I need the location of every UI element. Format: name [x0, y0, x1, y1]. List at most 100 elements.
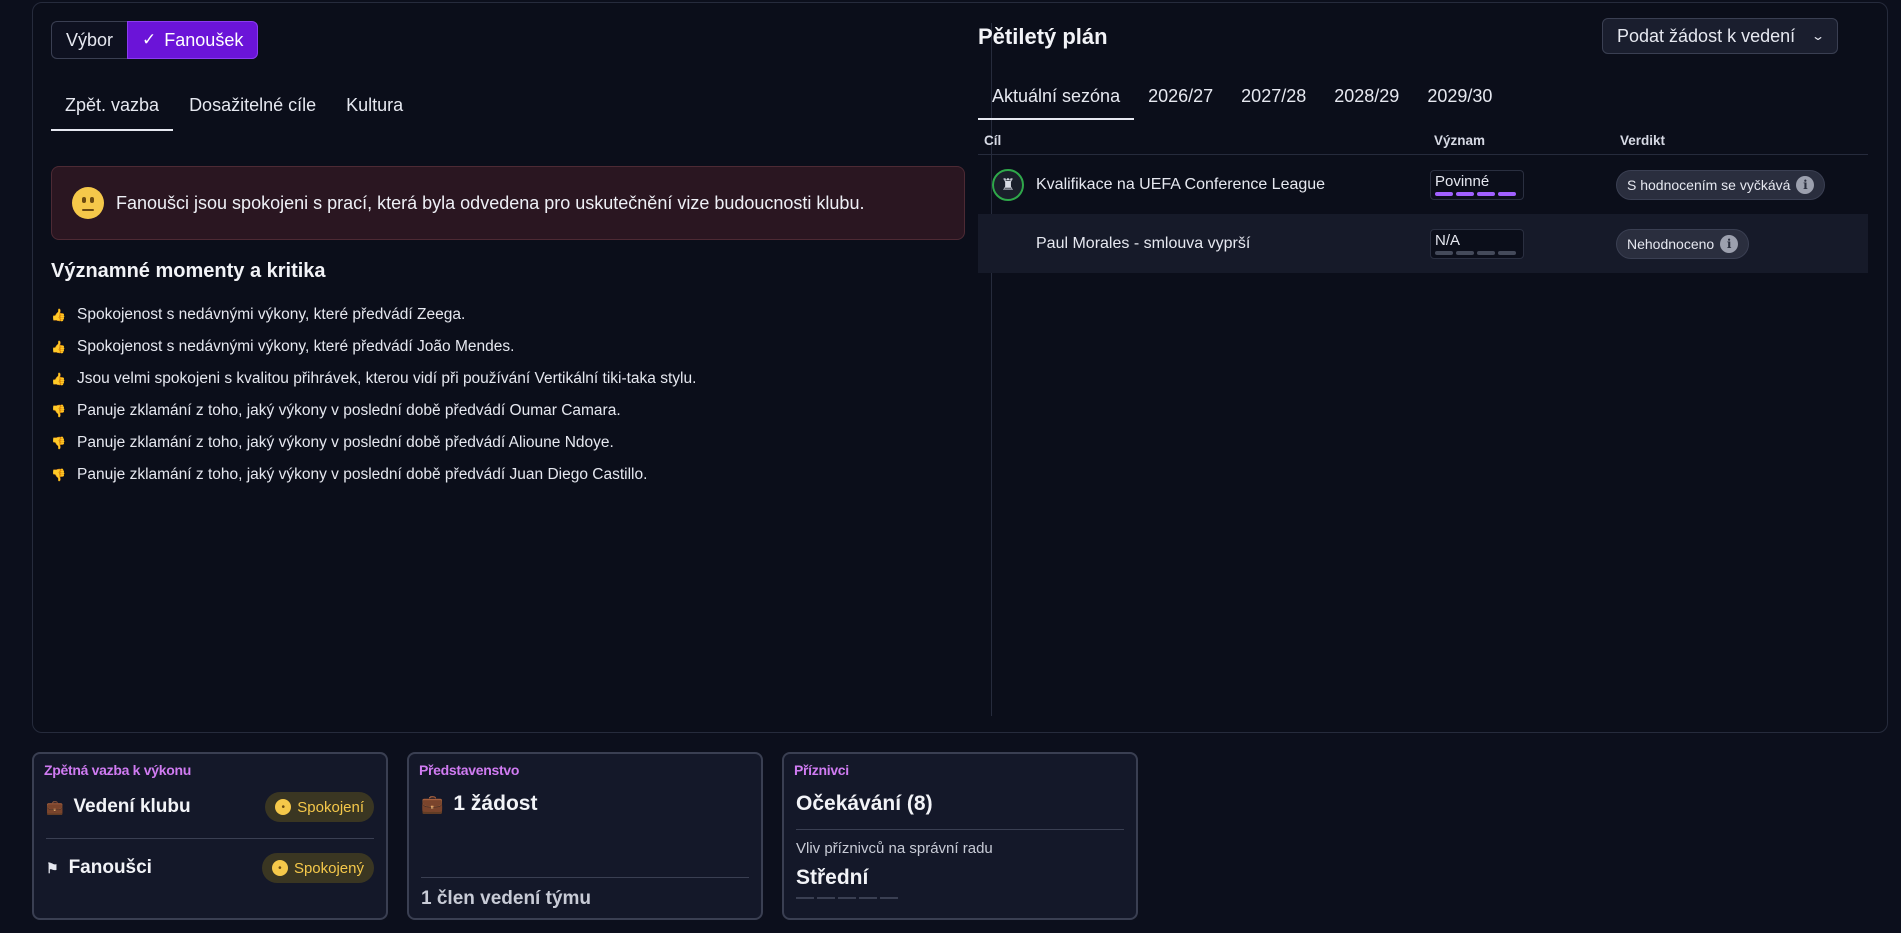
list-item: 👎 Panuje zklamání z toho, jaký výkony v p…	[51, 395, 696, 427]
staff-count: 1 člen vedení týmu	[421, 888, 592, 909]
influence-meter	[796, 897, 1124, 899]
verdict-badge[interactable]: S hodnocením se vyčkává i	[1616, 169, 1826, 200]
neutral-face-icon: •	[271, 860, 288, 876]
table-row[interactable]: ♜ Kvalifikace na UEFA Conference League …	[978, 155, 1868, 214]
significance-text: N/A	[1435, 231, 1461, 249]
briefcase-icon: 💼	[46, 798, 64, 815]
request-board-label: Podat žádost k vedení	[1617, 25, 1796, 46]
fans-icon: ⚑	[46, 859, 59, 876]
moments-list: 👍 Spokojenost s nedávnými výkony, které p…	[51, 299, 696, 491]
season-tabs: Aktuální sezóna 2026/27 2027/28 2028/29 …	[978, 86, 1506, 120]
list-item: 👎 Panuje zklamání z toho, jaký výkony v p…	[51, 459, 696, 491]
list-item: 👍 Jsou velmi spokojeni s kvalitou přihráv…	[51, 363, 696, 395]
goals-table: Cíl Význam Verdikt ♜ Kvalifikace na UEFA…	[978, 127, 1868, 273]
check-icon: ✓	[142, 30, 157, 49]
verdict-text: S hodnocením se vyčkává	[1627, 176, 1791, 193]
supporters-card[interactable]: Příznivci Očekávání (8) Vliv příznivců n…	[782, 752, 1138, 920]
significance-bars	[1435, 250, 1516, 255]
board-card[interactable]: Představenstvo 💼 1 žádost 1 člen vedení t…	[407, 752, 763, 920]
list-item: 👎 Panuje zklamání z toho, jaký výkony v p…	[51, 427, 696, 459]
status-badge: • Spokojení	[265, 792, 374, 822]
column-significance: Význam	[1434, 133, 1486, 148]
status-text: Spokojení	[297, 798, 364, 816]
significance-meter: N/A	[1430, 228, 1524, 259]
briefcase-icon: 💼	[421, 793, 444, 814]
plan-title: Pětiletý plán	[978, 24, 1108, 49]
verdict-cell: Nehodnoceno i	[1616, 228, 1750, 259]
info-icon[interactable]: i	[1796, 175, 1815, 194]
table-row[interactable]: Paul Morales - smlouva vyprší N/A Nehodn…	[978, 214, 1868, 273]
significance-meter: Povinné	[1430, 169, 1524, 200]
info-icon[interactable]: i	[1720, 234, 1739, 253]
view-toggle: Výbor ✓ Fanoušek	[51, 21, 259, 59]
influence-label: Vliv příznivců na správní radu	[796, 840, 993, 857]
moment-text: Panuje zklamání z toho, jaký výkony v po…	[77, 466, 648, 483]
column-verdict: Verdikt	[1620, 133, 1666, 148]
toggle-committee-label: Výbor	[66, 29, 114, 50]
row-title: Vedení klubu	[73, 796, 191, 817]
fan-mood-banner: Fanoušci jsou spokojeni s prací, která b…	[51, 166, 965, 240]
request-board-button[interactable]: Podat žádost k vedení ⌄	[1602, 18, 1838, 54]
moment-text: Spokojenost s nedávnými výkony, které př…	[77, 338, 515, 355]
expectation-text: Očekávání (8)	[796, 792, 933, 815]
significance-cell: N/A	[1430, 228, 1616, 259]
table-header: Cíl Význam Verdikt	[978, 127, 1868, 155]
list-item: 👍 Spokojenost s nedávnými výkony, které p…	[51, 331, 696, 363]
moment-text: Jsou velmi spokojeni s kvalitou přihráve…	[77, 370, 697, 387]
tab-2027-28[interactable]: 2027/28	[1227, 86, 1320, 120]
moment-text: Panuje zklamání z toho, jaký výkony v po…	[77, 434, 614, 451]
significance-bars	[1435, 191, 1516, 196]
main-panel: Výbor ✓ Fanoušek Zpět. vazba Dosažitelné …	[32, 2, 1888, 733]
card-label: Představenstvo	[419, 762, 520, 778]
influence-value: Střední	[796, 866, 869, 889]
thumbs-up-icon: 👍	[51, 308, 66, 322]
tab-current-season[interactable]: Aktuální sezóna	[978, 86, 1135, 120]
divider	[796, 829, 1124, 830]
tab-2029-30[interactable]: 2029/30	[1413, 86, 1506, 120]
requests-text: 1 žádost	[453, 792, 538, 815]
thumbs-up-icon: 👍	[51, 340, 66, 354]
neutral-face-icon	[72, 187, 104, 219]
goal-text: Kvalifikace na UEFA Conference League	[1036, 175, 1326, 193]
row-title: Fanoušci	[68, 857, 152, 878]
feedback-tabs: Zpět. vazba Dosažitelné cíle Kultura	[51, 95, 419, 131]
tab-achievable-goals[interactable]: Dosažitelné cíle	[175, 95, 330, 131]
moment-text: Panuje zklamání z toho, jaký výkony v po…	[77, 402, 621, 419]
list-item: 👍 Spokojenost s nedávnými výkony, které p…	[51, 299, 696, 331]
verdict-cell: S hodnocením se vyčkává i	[1616, 169, 1826, 200]
status-text: Spokojený	[293, 859, 364, 877]
significance-text: Povinné	[1435, 172, 1490, 190]
neutral-face-icon: •	[275, 799, 292, 815]
divider	[421, 877, 749, 878]
goal-cell: Paul Morales - smlouva vyprší	[978, 235, 1430, 253]
verdict-badge[interactable]: Nehodnoceno i	[1616, 228, 1750, 259]
club-management-row: 💼 Vedení klubu • Spokojení	[46, 792, 374, 822]
tab-2028-29[interactable]: 2028/29	[1320, 86, 1413, 120]
toggle-committee[interactable]: Výbor	[51, 21, 128, 59]
thumbs-up-icon: 👍	[51, 372, 66, 386]
thumbs-down-icon: 👎	[51, 404, 66, 418]
divider	[46, 838, 374, 839]
thumbs-down-icon: 👎	[51, 468, 66, 482]
banner-text: Fanoušci jsou spokojeni s prací, která b…	[116, 192, 865, 213]
toggle-fan-label: Fanoušek	[164, 29, 244, 50]
chevron-down-icon: ⌄	[1810, 29, 1826, 43]
goal-cell: ♜ Kvalifikace na UEFA Conference League	[978, 168, 1430, 201]
goal-text: Paul Morales - smlouva vyprší	[1036, 234, 1251, 252]
trophy-icon: ♜	[992, 168, 1024, 201]
status-badge: • Spokojený	[261, 853, 374, 883]
card-label: Příznivci	[794, 762, 849, 778]
tab-feedback[interactable]: Zpět. vazba	[51, 95, 174, 131]
requests-row: 💼 1 žádost	[421, 792, 749, 816]
thumbs-down-icon: 👎	[51, 436, 66, 450]
moment-text: Spokojenost s nedávnými výkony, které př…	[77, 306, 466, 323]
performance-feedback-card[interactable]: Zpětná vazba k výkonu 💼 Vedení klubu • Spo…	[32, 752, 388, 920]
verdict-text: Nehodnoceno	[1627, 235, 1715, 252]
tab-culture[interactable]: Kultura	[332, 95, 417, 131]
moments-title: Významné momenty a kritika	[51, 260, 326, 282]
toggle-fan[interactable]: ✓ Fanoušek	[127, 21, 259, 59]
fans-row: ⚑ Fanoušci • Spokojený	[46, 853, 374, 883]
significance-cell: Povinné	[1430, 169, 1616, 200]
column-goal: Cíl	[984, 133, 1002, 148]
tab-2026-27[interactable]: 2026/27	[1134, 86, 1227, 120]
